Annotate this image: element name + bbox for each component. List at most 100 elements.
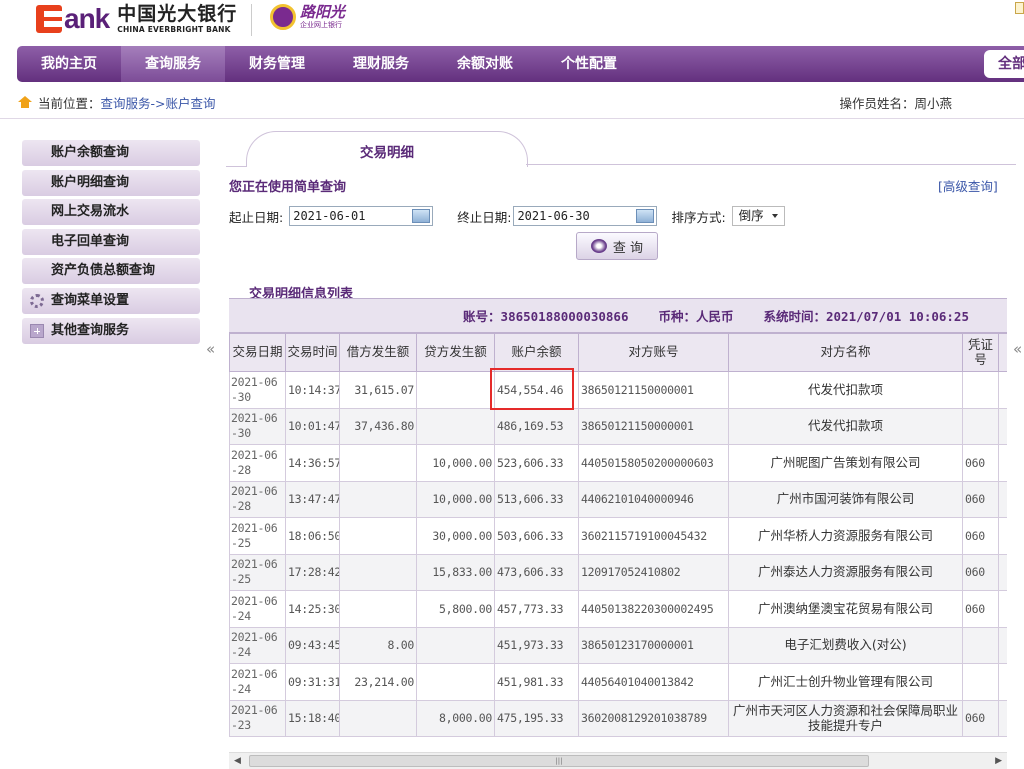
cell-counter-name: 广州泰达人力资源服务有限公司: [728, 553, 963, 591]
cell-voucher: [962, 663, 999, 701]
bank-logo-cn: 中国光大银行: [117, 2, 238, 25]
cell-time: 10:01:47: [285, 407, 340, 445]
cell-counter-name: 广州澳纳堡澳宝花贸易有限公司: [728, 590, 963, 628]
table-row[interactable]: 2021-06-30 10:14:37 31,615.07 454,554.46 386…: [229, 371, 1007, 409]
table-row[interactable]: 2021-06-25 17:28:42 15,833.00 473,606.33 120…: [229, 553, 1007, 591]
tab-transaction-detail[interactable]: 交易明细: [246, 131, 528, 167]
calendar-icon[interactable]: [412, 209, 431, 223]
col-debit[interactable]: 借方发生额: [339, 333, 417, 372]
cell-balance: 473,606.33: [494, 553, 579, 591]
cell-time: 10:14:37: [285, 371, 340, 409]
sidebar-item-e-receipt[interactable]: 电子回单查询: [22, 228, 200, 255]
horizontal-scrollbar[interactable]: ◀ ||| ▶: [229, 752, 1007, 769]
sidebar-item-online-transactions[interactable]: 网上交易流水: [22, 199, 200, 226]
nav-finance-management[interactable]: 财务管理: [225, 46, 329, 82]
cell-date: 2021-06-25: [229, 553, 286, 591]
query-button[interactable]: 查 询: [576, 232, 658, 260]
account-info-bar: 账号：38650188000030866 币种：人民币 系统时间：2021/07…: [229, 299, 1007, 333]
cell-counter-account: 120917052410802: [578, 553, 729, 591]
cell-counter-account: 3602008129201038789: [578, 699, 729, 737]
breadcrumb-prefix: 当前位置：: [38, 95, 101, 111]
nav-query-services[interactable]: 查询服务: [121, 46, 225, 82]
sidebar-item-menu-settings[interactable]: 查询菜单设置: [22, 287, 200, 314]
cell-counter-name: 广州汇士创升物业管理有限公司: [728, 663, 963, 701]
table-row[interactable]: 2021-06-28 14:36:57 10,000.00 523,606.33 440…: [229, 444, 1007, 482]
table-row[interactable]: 2021-06-23 15:18:40 8,000.00 475,195.33 3602…: [229, 699, 1007, 737]
chevron-down-icon: [771, 214, 778, 218]
sunshine-logo-title: 路阳光: [300, 3, 346, 21]
cell-date: 2021-06-28: [229, 444, 286, 482]
cell-counter-name: 代发代扣款项: [728, 371, 963, 409]
nav-personal-config[interactable]: 个性配置: [537, 46, 641, 82]
globe-icon: [590, 239, 607, 253]
scrollbar-thumb[interactable]: |||: [249, 755, 869, 767]
gear-icon: [30, 293, 44, 308]
cell-counter-name: 广州市国河装饰有限公司: [728, 480, 963, 518]
cell-credit: [416, 371, 495, 409]
sort-label: 排序方式:: [671, 209, 726, 225]
cell-voucher: 060: [962, 517, 999, 555]
table-header-row: 交易日期 交易时间 借方发生额 贷方发生额 账户余额 对方账号 对方名称 凭证号: [229, 333, 1007, 372]
cell-counter-name: 广州华桥人力资源服务有限公司: [728, 517, 963, 555]
start-date-input[interactable]: 2021-06-01: [289, 206, 434, 226]
table-row[interactable]: 2021-06-24 09:43:45 8.00 451,973.33 38650123…: [229, 626, 1007, 664]
cell-debit: [339, 480, 417, 518]
sidebar-item-account-balance[interactable]: 账户余额查询: [22, 140, 200, 166]
currency: 币种：人民币: [658, 309, 734, 324]
col-counter-account[interactable]: 对方账号: [578, 333, 729, 372]
cell-date: 2021-06-24: [229, 590, 286, 628]
table-row[interactable]: 2021-06-25 18:06:50 30,000.00 503,606.33 360…: [229, 517, 1007, 555]
cell-counter-name: 代发代扣款项: [728, 407, 963, 445]
table-row[interactable]: 2021-06-28 13:47:47 10,000.00 513,606.33 440…: [229, 480, 1007, 518]
sunshine-logo: 路阳光 企业网上银行: [270, 4, 345, 30]
cell-voucher: [962, 407, 999, 445]
logo-divider: [251, 4, 252, 36]
plus-box-icon: [30, 323, 44, 338]
col-time[interactable]: 交易时间: [285, 333, 340, 372]
col-counter-name[interactable]: 对方名称: [728, 333, 963, 372]
sidebar-item-account-detail[interactable]: 账户明细查询: [22, 169, 200, 196]
transaction-table-container: 账号：38650188000030866 币种：人民币 系统时间：2021/07…: [229, 298, 1007, 738]
scroll-left-icon[interactable]: ◀: [234, 756, 241, 766]
collapse-sidebar-icon[interactable]: «: [206, 340, 215, 358]
header-divider: [0, 118, 1024, 119]
nav-all-button[interactable]: 全部: [984, 50, 1024, 78]
cell-credit: 10,000.00: [416, 444, 495, 482]
corner-widget[interactable]: [1015, 2, 1024, 14]
cell-voucher: 060: [962, 553, 999, 591]
col-voucher[interactable]: 凭证号: [962, 333, 999, 372]
scroll-right-icon[interactable]: ▶: [995, 756, 1002, 766]
cell-voucher: [962, 371, 999, 409]
advanced-query-link[interactable]: [高级查询]: [938, 176, 998, 195]
cell-voucher: [962, 626, 999, 664]
cell-date: 2021-06-24: [229, 626, 286, 664]
col-date[interactable]: 交易日期: [229, 333, 286, 372]
sort-order-select[interactable]: 倒序: [731, 206, 785, 226]
cell-credit: [416, 663, 495, 701]
sidebar-item-other-services[interactable]: 其他查询服务: [22, 317, 200, 344]
nav-wealth-services[interactable]: 理财服务: [329, 46, 433, 82]
col-balance[interactable]: 账户余额: [494, 333, 579, 372]
nav-balance-reconcile[interactable]: 余额对账: [433, 46, 537, 82]
cell-counter-name: 电子汇划费收入(对公): [728, 626, 963, 664]
header: ank 中国光大银行 CHINA EVERBRIGHT BANK 路阳光 企业网…: [0, 0, 1024, 44]
sidebar-item-label: 其他查询服务: [51, 322, 130, 338]
bank-logo-en: CHINA EVERBRIGHT BANK: [117, 24, 231, 34]
cell-debit: 37,436.80: [339, 407, 417, 445]
table-row[interactable]: 2021-06-30 10:01:47 37,436.80 486,169.53 386…: [229, 407, 1007, 445]
col-credit[interactable]: 贷方发生额: [416, 333, 495, 372]
cell-balance: 454,554.46: [494, 371, 579, 409]
sidebar-item-assets-liabilities[interactable]: 资产负债总额查询: [22, 258, 200, 285]
calendar-icon[interactable]: [636, 209, 655, 223]
expand-right-icon[interactable]: «: [1013, 340, 1022, 358]
end-date-input[interactable]: 2021-06-30: [513, 206, 658, 226]
breadcrumb-path[interactable]: 查询服务->账户查询: [101, 93, 216, 112]
operator-name: 操作员姓名：周小燕: [839, 96, 952, 111]
cell-date: 2021-06-23: [229, 699, 286, 737]
cell-date: 2021-06-28: [229, 480, 286, 518]
table-row[interactable]: 2021-06-24 09:31:31 23,214.00 451,981.33 440…: [229, 663, 1007, 701]
bank-logo[interactable]: ank 中国光大银行 CHINA EVERBRIGHT BANK: [36, 3, 237, 35]
system-time: 系统时间：2021/07/01 10:06:25: [763, 309, 970, 324]
nav-my-home[interactable]: 我的主页: [17, 46, 121, 82]
table-row[interactable]: 2021-06-24 14:25:30 5,800.00 457,773.33 4405…: [229, 590, 1007, 628]
